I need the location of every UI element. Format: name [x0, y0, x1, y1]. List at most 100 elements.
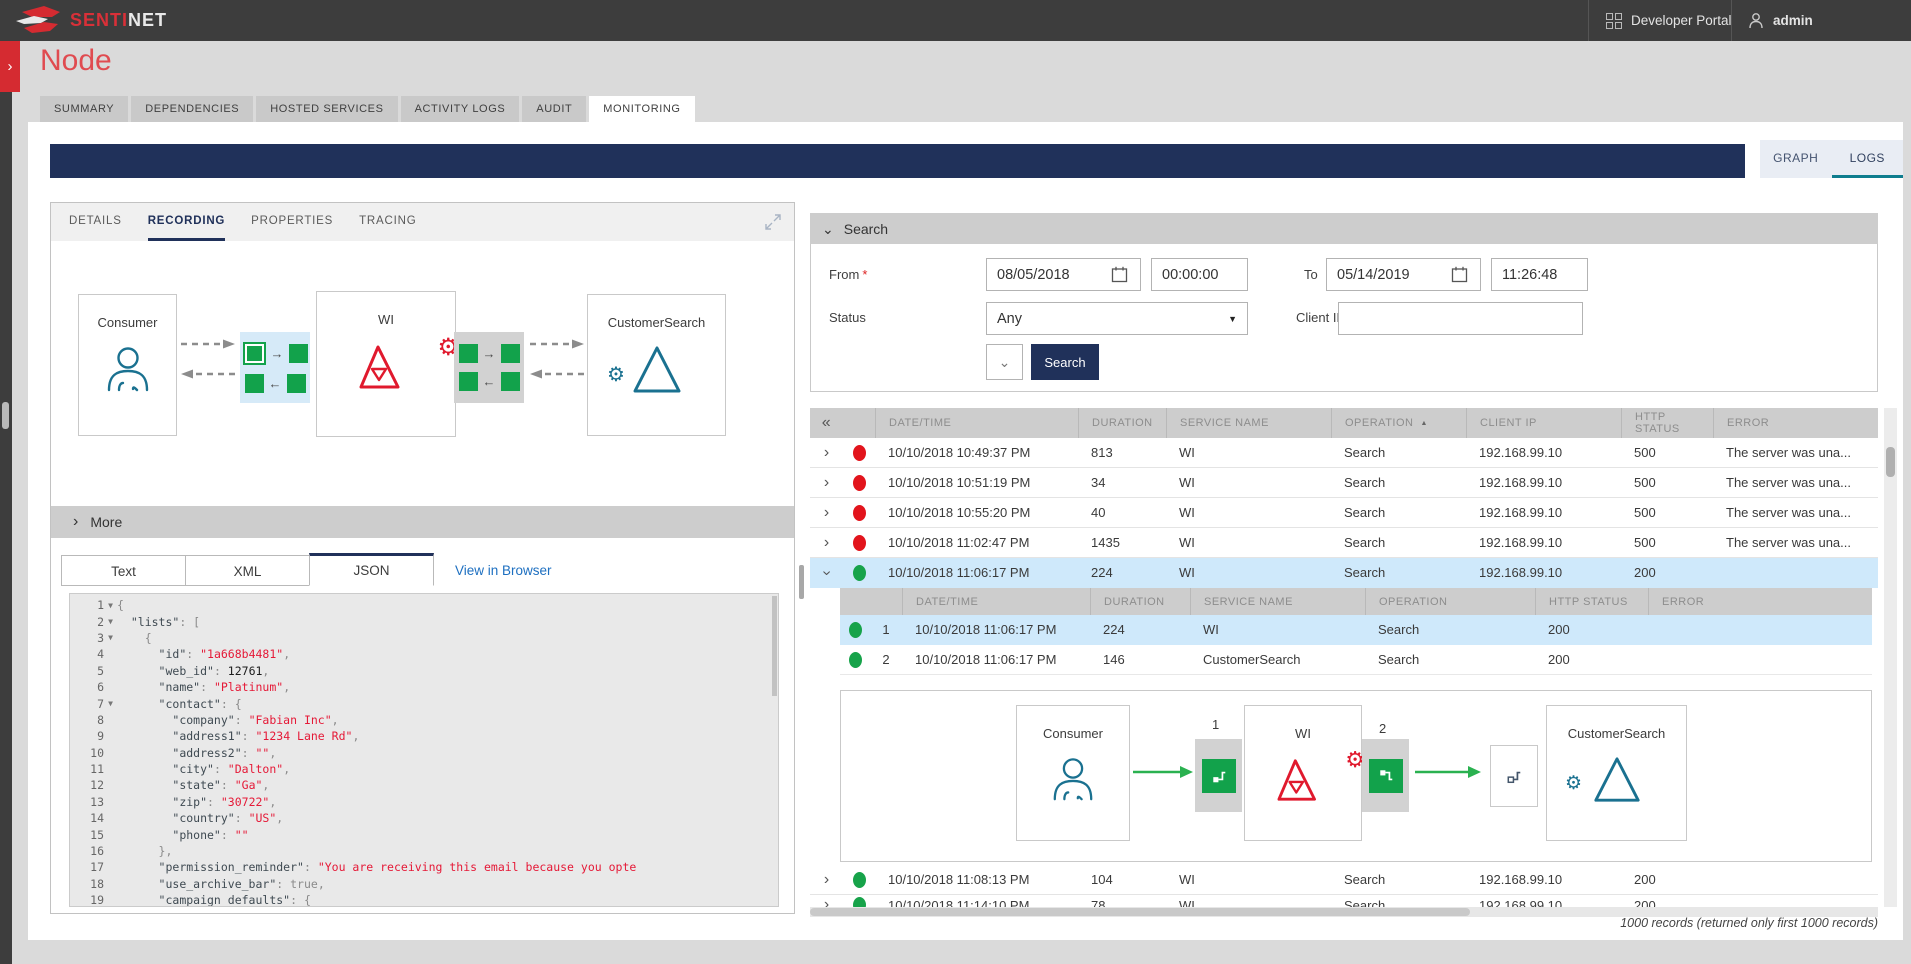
- from-label: From*: [829, 267, 867, 282]
- detail-column-header-error[interactable]: ERROR: [1648, 588, 1872, 615]
- table-row[interactable]: ›10/10/2018 10:55:20 PM40WISearch192.168…: [810, 498, 1878, 528]
- brand[interactable]: SENTINET: [14, 5, 167, 35]
- step-2-endpoint[interactable]: [1362, 739, 1409, 812]
- status-select[interactable]: Any ▼: [986, 302, 1248, 335]
- cell-client-ip: 192.168.99.10: [1466, 528, 1621, 557]
- table-vertical-scrollbar[interactable]: [1884, 408, 1897, 907]
- tab-hosted-services[interactable]: HOSTED SERVICES: [256, 96, 397, 122]
- inbound-endpoint-panel[interactable]: → ←: [240, 332, 310, 403]
- toggle-logs[interactable]: LOGS: [1832, 140, 1904, 178]
- fold-icon[interactable]: ▼: [104, 699, 117, 708]
- fold-icon[interactable]: ▼: [104, 601, 117, 610]
- column-header-date-time[interactable]: DATE/TIME: [875, 408, 1078, 438]
- panel-tab-tracing[interactable]: TRACING: [359, 203, 416, 241]
- line-number: 2: [70, 615, 104, 629]
- panel-splitter-handle[interactable]: [799, 565, 804, 599]
- expand-row-icon[interactable]: ›: [824, 872, 829, 888]
- column-header-error[interactable]: ERROR: [1713, 408, 1878, 438]
- panel-tab-properties[interactable]: PROPERTIES: [251, 203, 333, 241]
- chevron-down-icon: ⌄: [822, 224, 834, 234]
- tab-audit[interactable]: AUDIT: [522, 96, 586, 122]
- column-header-http-status[interactable]: HTTP STATUS: [1621, 408, 1713, 438]
- outbound-endpoint-box[interactable]: [1490, 745, 1538, 807]
- scrollbar-thumb[interactable]: [810, 908, 1470, 916]
- endpoint-square[interactable]: [245, 374, 264, 393]
- fold-icon[interactable]: ▼: [104, 633, 117, 642]
- chart-collapsed-bar[interactable]: [50, 144, 1745, 178]
- expand-panel-icon[interactable]: [764, 213, 782, 231]
- column-header-operation[interactable]: OPERATION▲: [1331, 408, 1466, 438]
- developer-portal-link[interactable]: Developer Portal: [1606, 0, 1732, 41]
- diagram-node-customersearch[interactable]: CustomerSearch ⚙: [587, 294, 726, 436]
- table-row[interactable]: ›10/10/2018 10:49:37 PM813WISearch192.16…: [810, 438, 1878, 468]
- tab-summary[interactable]: SUMMARY: [40, 96, 128, 122]
- detail-column-header-http-status[interactable]: HTTP STATUS: [1535, 588, 1648, 615]
- panel-tab-recording[interactable]: RECORDING: [148, 203, 225, 241]
- search-button[interactable]: Search: [1031, 344, 1099, 380]
- endpoint-square[interactable]: [459, 344, 478, 363]
- detail-column-header-operation[interactable]: OPERATION: [1365, 588, 1535, 615]
- client-ip-input[interactable]: [1338, 302, 1583, 335]
- endpoint-square-selected[interactable]: [243, 342, 266, 365]
- tab-activity-logs[interactable]: ACTIVITY LOGS: [401, 96, 520, 122]
- sidebar-expand-button[interactable]: ›: [0, 41, 20, 92]
- endpoint-square[interactable]: [287, 374, 306, 393]
- detail-column-header-service-name[interactable]: SERVICE NAME: [1190, 588, 1365, 615]
- expand-row-icon[interactable]: ›: [824, 505, 829, 521]
- scrollbar-thumb[interactable]: [1886, 447, 1895, 477]
- code-line: 14 "country": "US",: [70, 810, 778, 826]
- code-line: 10 "address2": "",: [70, 745, 778, 761]
- user-menu[interactable]: admin: [1748, 0, 1813, 41]
- content-tab-json[interactable]: JSON: [309, 553, 434, 586]
- search-options-button[interactable]: ⌄: [986, 344, 1023, 380]
- endpoint-square[interactable]: [501, 344, 520, 363]
- expand-row-icon[interactable]: ›: [824, 445, 829, 461]
- table-row[interactable]: ›10/10/2018 10:51:19 PM34WISearch192.168…: [810, 468, 1878, 498]
- detail-table-row[interactable]: 110/10/2018 11:06:17 PM224WISearch200: [840, 615, 1872, 645]
- sidebar-scroll-marker[interactable]: [2, 402, 9, 429]
- flow-node-wi[interactable]: WI ⚙: [1244, 705, 1362, 841]
- expand-row-icon[interactable]: ›: [824, 475, 829, 491]
- tab-dependencies[interactable]: DEPENDENCIES: [131, 96, 253, 122]
- tab-monitoring[interactable]: MONITORING: [589, 96, 694, 122]
- content-tab-text[interactable]: Text: [61, 555, 186, 586]
- from-time-input[interactable]: [1151, 258, 1248, 291]
- fold-icon[interactable]: ▼: [104, 617, 117, 626]
- content-tab-xml[interactable]: XML: [185, 555, 310, 586]
- graph-logs-toggle: GRAPH LOGS: [1760, 140, 1903, 178]
- column-header-client-ip[interactable]: CLIENT IP: [1466, 408, 1621, 438]
- outbound-endpoint-panel[interactable]: → ←: [454, 332, 524, 403]
- endpoint-square[interactable]: [501, 372, 520, 391]
- cell-operation: Search: [1331, 558, 1466, 587]
- collapse-row-icon[interactable]: ›: [818, 570, 834, 575]
- expand-row-icon[interactable]: ›: [824, 535, 829, 551]
- panel-tab-details[interactable]: DETAILS: [69, 203, 122, 241]
- view-in-browser-link[interactable]: View in Browser: [455, 555, 552, 586]
- detail-table-row[interactable]: 210/10/2018 11:06:17 PM146CustomerSearch…: [840, 645, 1872, 675]
- from-date-input[interactable]: [986, 258, 1141, 291]
- more-section-toggle[interactable]: › More: [51, 506, 794, 538]
- diagram-node-wi[interactable]: WI ⚙: [316, 291, 456, 437]
- endpoint-square[interactable]: [459, 372, 478, 391]
- detail-column-header-duration[interactable]: DURATION: [1090, 588, 1190, 615]
- detail-column-header-date-time[interactable]: DATE/TIME: [902, 588, 1090, 615]
- code-line: 9 "address1": "1234 Lane Rd",: [70, 728, 778, 744]
- search-section-header[interactable]: ⌄ Search: [810, 213, 1878, 244]
- to-time-input[interactable]: [1491, 258, 1588, 291]
- diagram-node-consumer[interactable]: Consumer: [78, 294, 177, 436]
- collapse-all-icon[interactable]: «: [810, 408, 843, 438]
- endpoint-square[interactable]: [289, 344, 308, 363]
- table-row[interactable]: ›10/10/2018 11:02:47 PM1435WISearch192.1…: [810, 528, 1878, 558]
- json-code-viewer[interactable]: 1▼{2▼ "lists": [3▼ {4 "id": "1a668b4481"…: [69, 593, 779, 907]
- flow-node-consumer[interactable]: Consumer: [1016, 705, 1130, 841]
- table-row[interactable]: ›10/10/2018 11:08:13 PM104WISearch192.16…: [810, 865, 1878, 895]
- flow-node-customersearch[interactable]: CustomerSearch ⚙: [1546, 705, 1687, 841]
- code-line: 3▼ {: [70, 630, 778, 646]
- toggle-graph[interactable]: GRAPH: [1760, 140, 1832, 178]
- step-1-endpoint[interactable]: [1195, 739, 1242, 812]
- table-row[interactable]: ›10/10/2018 11:06:17 PM224WISearch192.16…: [810, 558, 1878, 588]
- code-scrollbar-thumb[interactable]: [772, 596, 777, 696]
- to-date-input[interactable]: [1326, 258, 1481, 291]
- column-header-duration[interactable]: DURATION: [1078, 408, 1166, 438]
- column-header-service-name[interactable]: SERVICE NAME: [1166, 408, 1331, 438]
